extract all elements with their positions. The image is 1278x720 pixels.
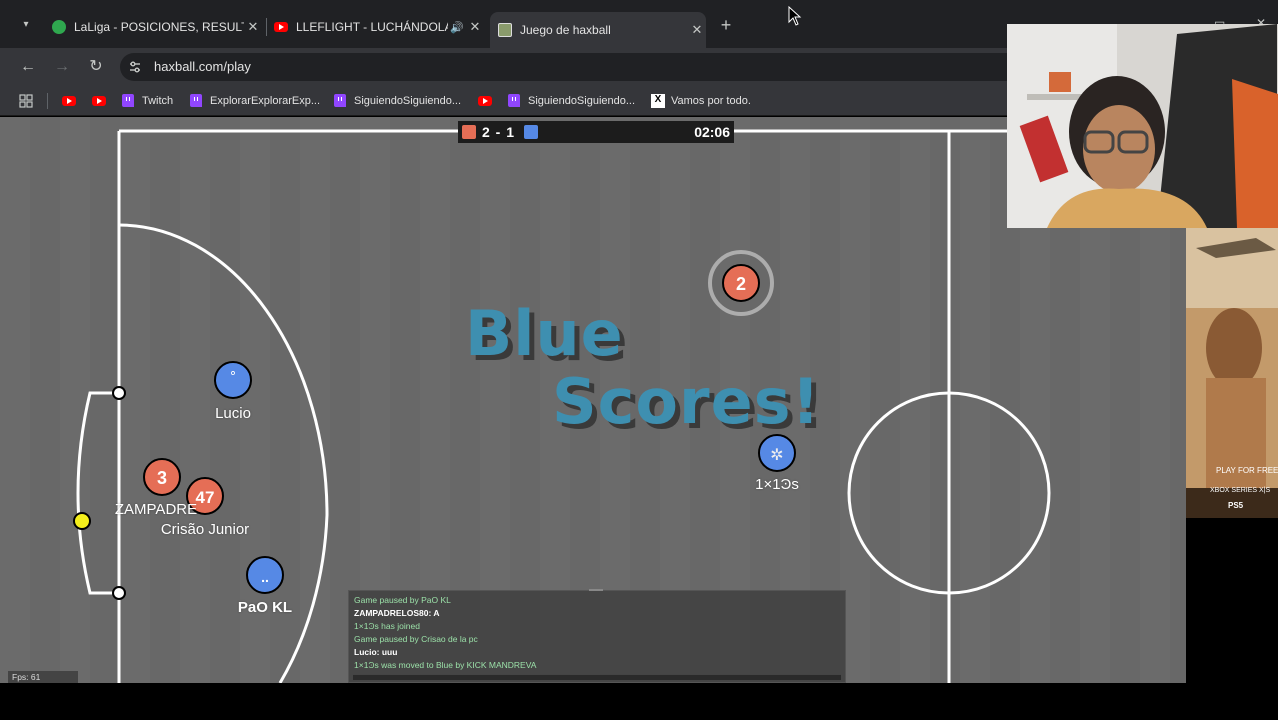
twitch-icon <box>508 94 522 108</box>
bookmark-youtube-2[interactable] <box>92 93 112 109</box>
back-arrow-icon[interactable]: ← <box>18 57 38 77</box>
ad-blank-area <box>1186 518 1278 683</box>
bookmark-siguiendo-2[interactable]: SiguiendoSiguiendo... <box>508 93 635 109</box>
x-icon: X <box>651 94 665 108</box>
close-icon[interactable]: ✕ <box>244 19 262 35</box>
bookmark-explorar[interactable]: ExplorarExplorarExp... <box>190 93 320 109</box>
tab-laliga[interactable]: LaLiga - POSICIONES, RESULTA ✕ <box>44 12 262 42</box>
score: 2 - 1 <box>482 124 516 140</box>
blue-team-icon <box>524 125 538 139</box>
bookmark-x[interactable]: X Vamos por todo. <box>651 93 751 109</box>
webcam-image <box>1007 24 1278 228</box>
match-timer: 02:06 <box>694 124 730 140</box>
youtube-icon <box>92 94 106 108</box>
chat-resize-handle[interactable] <box>589 589 603 591</box>
youtube-icon <box>478 94 492 108</box>
ad-cta[interactable]: PLAY FOR FREE <box>1216 466 1278 475</box>
forward-arrow-icon[interactable]: → <box>52 57 72 77</box>
player-number: 47 <box>196 488 215 507</box>
player-name-label: ZAMPADRE <box>114 501 198 518</box>
tab-search-icon[interactable]: ▾ <box>16 15 36 35</box>
twitch-icon <box>334 94 348 108</box>
goal-post-top <box>112 386 126 400</box>
player-name-label: PaO KL <box>237 599 293 616</box>
twitch-icon <box>122 94 136 108</box>
side-advertisement[interactable]: PLAY FOR FREE XBOX SERIES X|S PS5 <box>1186 228 1278 518</box>
chat-message: Game paused by PaO KL <box>354 595 451 605</box>
letterbox-bottom <box>0 683 1278 720</box>
ad-platform-xbox: XBOX SERIES X|S <box>1210 487 1271 494</box>
chat-message: 1×1Ͽs was moved to Blue by KICK MANDREVA <box>354 660 537 670</box>
goal-banner-line1: Blue <box>465 297 624 370</box>
webcam-overlay <box>1007 24 1278 228</box>
bookmark-twitch[interactable]: Twitch <box>122 93 173 109</box>
player-name-label: 1×1Ͽs <box>755 476 799 493</box>
player-number: .. <box>261 569 269 585</box>
address-bar[interactable]: haxball.com/play <box>120 53 1020 81</box>
tab-youtube[interactable]: LLEFLIGHT - LUCHÁNDOLA 🔊 ✕ <box>266 12 484 42</box>
bookmark-youtube-3[interactable] <box>478 93 498 109</box>
scoreboard: 2 - 1 02:06 <box>458 121 734 143</box>
goal-post-bottom <box>112 586 126 600</box>
ad-platform-ps5: PS5 <box>1228 501 1244 510</box>
chat-message: Game paused by Crisao de la pc <box>354 634 478 644</box>
close-icon[interactable]: ✕ <box>466 19 484 35</box>
player-number: ° <box>230 370 237 385</box>
youtube-favicon <box>274 20 288 34</box>
tab-haxball[interactable]: Juego de haxball ✕ <box>490 12 706 48</box>
player-blue-paokl: .. <box>246 556 284 594</box>
chat-message: Lucio: uuu <box>354 647 398 657</box>
mouse-cursor-icon <box>788 6 802 26</box>
url-text[interactable]: haxball.com/play <box>154 59 251 74</box>
player-number: 2 <box>736 274 746 294</box>
player-blue-1x10s: ✲ <box>758 434 796 472</box>
bookmark-siguiendo-1[interactable]: SiguiendoSiguiendo... <box>334 93 461 109</box>
player-name-label: Lucio <box>215 405 251 422</box>
ball <box>73 512 91 530</box>
new-tab-plus-icon[interactable]: + <box>716 15 736 35</box>
player-blue-lucio: ° <box>214 361 252 399</box>
twitch-icon <box>190 94 204 108</box>
laliga-favicon <box>52 20 66 34</box>
chat-box: Game paused by PaO KL ZAMPADRELOS80: A 1… <box>348 589 846 683</box>
site-settings-icon[interactable] <box>128 60 142 74</box>
chat-message: ZAMPADRELOS80: A <box>354 608 440 618</box>
chat-input[interactable] <box>353 674 841 680</box>
player-avatar-icon: ✲ <box>770 445 783 464</box>
player-name-label: Crisão Junior <box>160 521 250 538</box>
haxball-favicon <box>498 23 512 37</box>
red-team-icon <box>462 125 476 139</box>
bookmarks-divider <box>47 93 48 109</box>
close-icon[interactable]: ✕ <box>688 22 706 38</box>
bookmark-youtube-1[interactable] <box>62 93 82 109</box>
player-number: 3 <box>157 468 167 488</box>
reload-icon[interactable]: ↻ <box>86 57 106 77</box>
fps-counter: Fps: 61 <box>8 671 78 683</box>
youtube-icon <box>62 94 76 108</box>
audio-playing-icon[interactable]: 🔊 <box>448 21 466 34</box>
apps-grid-icon[interactable] <box>19 94 33 108</box>
chat-message: 1×1Ͽs has joined <box>354 621 420 631</box>
player-red-3: 3 <box>143 458 181 496</box>
goal-banner-line2: Scores! <box>552 365 821 438</box>
